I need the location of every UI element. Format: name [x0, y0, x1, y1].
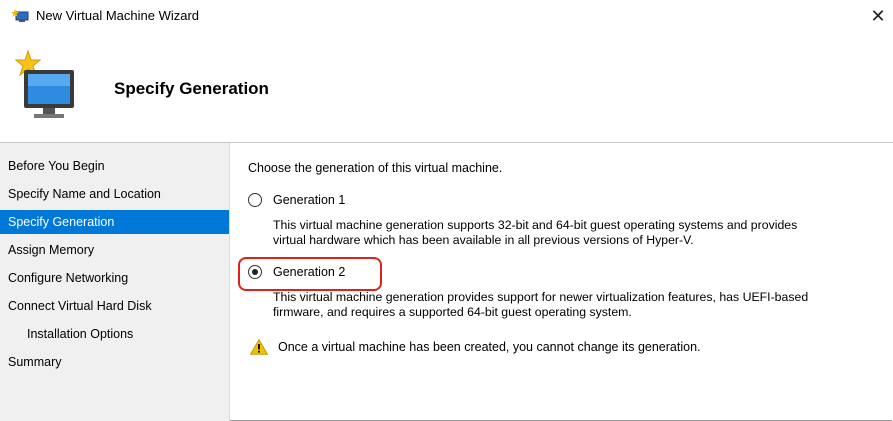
step-label: Specify Name and Location [8, 187, 161, 201]
wizard-header: Specify Generation [0, 32, 893, 143]
step-installation-options[interactable]: Installation Options [0, 322, 229, 346]
step-configure-networking[interactable]: Configure Networking [0, 266, 229, 290]
generation-1-description-line2: virtual hardware which has been availabl… [273, 233, 694, 247]
step-label: Installation Options [27, 327, 134, 341]
warning-text: Once a virtual machine has been created,… [278, 340, 701, 354]
wizard-steps-sidebar: Before You Begin Specify Name and Locati… [0, 143, 230, 421]
wizard-content: Choose the generation of this virtual ma… [230, 143, 893, 421]
generation-1-radio[interactable] [248, 193, 262, 207]
generation-2-radio[interactable] [248, 265, 262, 279]
step-specify-generation[interactable]: Specify Generation [0, 210, 229, 234]
step-before-you-begin[interactable]: Before You Begin [0, 154, 229, 178]
generation-2-description-line1: This virtual machine generation provides… [273, 290, 809, 304]
step-label: Summary [8, 355, 62, 369]
page-title: Specify Generation [114, 79, 269, 98]
computer-star-icon [14, 49, 74, 118]
radio-selected-dot [252, 269, 258, 275]
step-assign-memory[interactable]: Assign Memory [0, 238, 229, 262]
step-label: Specify Generation [8, 215, 115, 229]
step-connect-virtual-hard-disk[interactable]: Connect Virtual Hard Disk [0, 294, 229, 318]
step-specify-name-location[interactable]: Specify Name and Location [0, 182, 229, 206]
intro-text: Choose the generation of this virtual ma… [248, 161, 503, 175]
generation-2-description-line2: firmware, and requires a supported 64-bi… [273, 305, 632, 319]
generation-2-label: Generation 2 [273, 265, 346, 279]
generation-1-label: Generation 1 [273, 193, 346, 207]
step-label: Before You Begin [8, 159, 105, 173]
step-label: Configure Networking [8, 271, 129, 285]
hyper-v-app-icon [11, 9, 29, 22]
close-button[interactable]: ✕ [866, 4, 890, 28]
step-label: Connect Virtual Hard Disk [8, 299, 152, 313]
title-bar: New Virtual Machine Wizard ✕ [0, 0, 893, 32]
generation-1-description-line1: This virtual machine generation supports… [273, 218, 798, 232]
step-label: Assign Memory [8, 243, 95, 257]
warning-icon [250, 339, 268, 355]
step-summary[interactable]: Summary [0, 350, 229, 374]
window-title: New Virtual Machine Wizard [36, 8, 200, 23]
